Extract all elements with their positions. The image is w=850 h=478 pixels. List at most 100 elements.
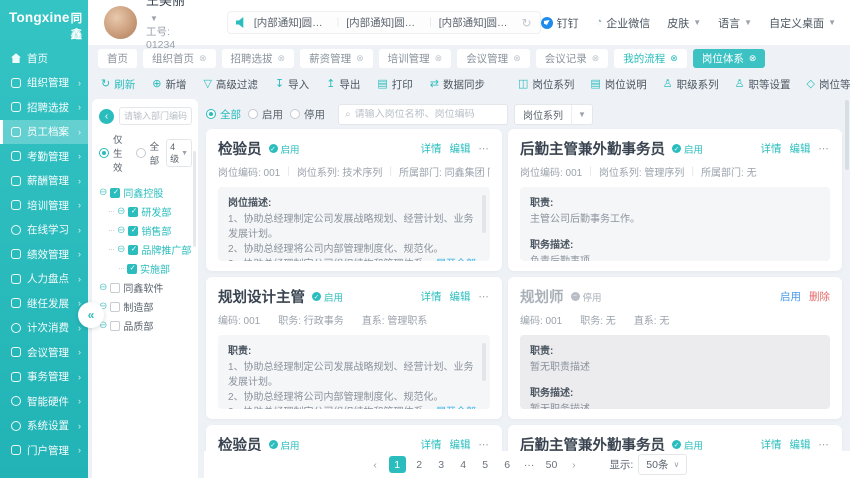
tree-expand-icon[interactable]: ⊖ <box>99 283 107 293</box>
tree-node-品牌推广部[interactable]: ⊖品牌推广部 <box>109 240 192 259</box>
expand-all-link[interactable]: 展开全部 <box>436 405 476 409</box>
description-scrollbar[interactable] <box>482 195 486 233</box>
tool-briefcase[interactable]: ◫岗位系列 <box>518 77 574 92</box>
tool-export[interactable]: ↥导出 <box>326 77 360 92</box>
编辑-link[interactable]: 编辑 <box>790 141 811 156</box>
user-name-dropdown[interactable]: 王美丽▼ <box>146 0 193 25</box>
编辑-link[interactable]: 编辑 <box>450 437 471 451</box>
tool-plus-circle[interactable]: ⊕新增 <box>152 77 186 92</box>
more-actions-icon[interactable]: ⋯ <box>479 439 491 451</box>
tab-close-icon[interactable]: ⊗ <box>513 53 521 64</box>
tree-checkbox[interactable] <box>128 245 138 255</box>
编辑-link[interactable]: 编辑 <box>450 141 471 156</box>
tree-expand-icon[interactable]: ⊖ <box>99 188 107 198</box>
page-button-5[interactable]: 5 <box>477 456 494 473</box>
tree-expand-icon[interactable]: ⊖ <box>117 226 125 236</box>
status-filter-启用[interactable]: 启用 <box>248 107 283 122</box>
notice-item[interactable]: [内部通知]圆满成功举办省人协会员... <box>346 15 422 30</box>
tree-level-select[interactable]: 4级▼ <box>166 139 192 167</box>
refresh-icon[interactable]: ↻ <box>522 16 532 30</box>
tab-close-icon[interactable]: ⊗ <box>670 53 678 64</box>
status-filter-全部[interactable]: 全部 <box>206 107 241 122</box>
tab-close-icon[interactable]: ⊗ <box>435 53 443 64</box>
tool-print[interactable]: ▤打印 <box>377 77 412 92</box>
tab-组织首页[interactable]: 组织首页⊗ <box>143 49 216 68</box>
collapse-sidebar-button[interactable]: « <box>78 302 104 328</box>
sidebar-item-affairs[interactable]: 事务管理› <box>0 365 88 390</box>
sidebar-item-performance[interactable]: 绩效管理› <box>0 242 88 267</box>
page-prev-button[interactable]: ‹ <box>367 456 384 473</box>
sidebar-item-recruit[interactable]: 招聘选拔› <box>0 95 88 120</box>
tree-checkbox[interactable] <box>110 188 120 198</box>
tab-会议管理[interactable]: 会议管理⊗ <box>457 49 530 68</box>
tab-close-icon[interactable]: ⊗ <box>592 53 600 64</box>
status-filter-停用[interactable]: 停用 <box>290 107 325 122</box>
详情-link[interactable]: 详情 <box>421 437 442 451</box>
sidebar-item-employee-file[interactable]: 员工档案› <box>0 120 88 145</box>
tree-expand-icon[interactable]: ⊖ <box>117 207 125 217</box>
tab-岗位体系[interactable]: 岗位体系⊗ <box>693 49 766 68</box>
tree-scrollbar[interactable] <box>193 151 196 247</box>
tool-refresh[interactable]: ↻刷新 <box>101 77 135 92</box>
tool-person[interactable]: ♙职级系列 <box>663 77 719 92</box>
user-avatar[interactable] <box>104 6 137 39</box>
quick-link-语言[interactable]: 语言▼ <box>718 15 752 31</box>
sidebar-item-settings[interactable]: 系统设置› <box>0 414 88 439</box>
tree-node-制造部[interactable]: ⊖制造部 <box>99 297 192 316</box>
tab-首页[interactable]: 首页 <box>98 49 137 68</box>
tree-checkbox[interactable] <box>128 226 138 236</box>
page-button-4[interactable]: 4 <box>455 456 472 473</box>
more-actions-icon[interactable]: ⋯ <box>479 143 491 155</box>
sidebar-item-meeting[interactable]: 会议管理› <box>0 340 88 365</box>
sidebar-item-succession[interactable]: 继任发展› <box>0 291 88 316</box>
tab-培训管理[interactable]: 培训管理⊗ <box>379 49 452 68</box>
tree-node-同鑫控股[interactable]: ⊖同鑫控股 <box>99 183 192 202</box>
启用-link[interactable]: 启用 <box>780 289 801 304</box>
sidebar-item-hr-inventory[interactable]: 人力盘点› <box>0 267 88 292</box>
tree-node-品质部[interactable]: ⊖品质部 <box>99 316 192 335</box>
tree-node-同鑫软件[interactable]: ⊖同鑫软件 <box>99 278 192 297</box>
expand-all-link[interactable]: 展开全部 <box>436 257 476 261</box>
more-actions-icon[interactable]: ⋯ <box>819 439 831 451</box>
notice-item[interactable]: [内部通知]圆满成功举办省人协会员... <box>439 15 515 30</box>
删除-link[interactable]: 删除 <box>809 289 830 304</box>
more-actions-icon[interactable]: ⋯ <box>819 143 831 155</box>
quick-link-企业微信[interactable]: ◔企业微信 <box>596 15 651 31</box>
tab-招聘选拔[interactable]: 招聘选拔⊗ <box>222 49 295 68</box>
page-button-1[interactable]: 1 <box>389 456 406 473</box>
tool-import[interactable]: ↧导入 <box>275 77 309 92</box>
back-icon[interactable]: ‹ <box>99 109 114 124</box>
page-button-3[interactable]: 3 <box>433 456 450 473</box>
tree-checkbox[interactable] <box>110 321 120 331</box>
sidebar-item-home[interactable]: 首页 <box>0 46 88 71</box>
sidebar-item-hardware[interactable]: 智能硬件› <box>0 389 88 414</box>
tree-checkbox[interactable] <box>128 207 138 217</box>
radio-仅生效[interactable] <box>99 148 109 158</box>
tree-expand-icon[interactable]: ⊖ <box>117 245 125 255</box>
sidebar-item-salary[interactable]: 薪酬管理› <box>0 169 88 194</box>
tab-close-icon[interactable]: ⊗ <box>199 53 207 64</box>
page-button-2[interactable]: 2 <box>411 456 428 473</box>
tree-node-研发部[interactable]: ⊖研发部 <box>109 202 192 221</box>
page-button-6[interactable]: 6 <box>499 456 516 473</box>
page-size-select[interactable]: 50条∨ <box>638 454 687 475</box>
sidebar-item-consumption[interactable]: 计次消费› <box>0 316 88 341</box>
详情-link[interactable]: 详情 <box>421 289 442 304</box>
tab-close-icon[interactable]: ⊗ <box>356 53 364 64</box>
tool-person-gear[interactable]: ♙职等设置 <box>735 77 791 92</box>
tool-tag[interactable]: ◇岗位等级设置 <box>807 77 850 92</box>
department-search-input[interactable] <box>119 107 192 125</box>
编辑-link[interactable]: 编辑 <box>450 289 471 304</box>
notice-item[interactable]: [内部通知]圆满成功举办省人协会员... <box>254 15 330 30</box>
编辑-link[interactable]: 编辑 <box>790 437 811 451</box>
quick-link-钉钉[interactable]: 钉钉 <box>541 15 579 31</box>
radio-全部[interactable] <box>136 148 146 158</box>
sidebar-item-attendance[interactable]: 考勤管理› <box>0 144 88 169</box>
quick-link-自定义桌面[interactable]: 自定义桌面▼ <box>769 15 836 31</box>
详情-link[interactable]: 详情 <box>761 437 782 451</box>
page-next-button[interactable]: › <box>565 456 582 473</box>
quick-link-皮肤[interactable]: 皮肤▼ <box>667 15 701 31</box>
page-button-50[interactable]: 50 <box>543 456 561 473</box>
tree-checkbox[interactable] <box>127 264 137 274</box>
tab-会议记录[interactable]: 会议记录⊗ <box>536 49 609 68</box>
